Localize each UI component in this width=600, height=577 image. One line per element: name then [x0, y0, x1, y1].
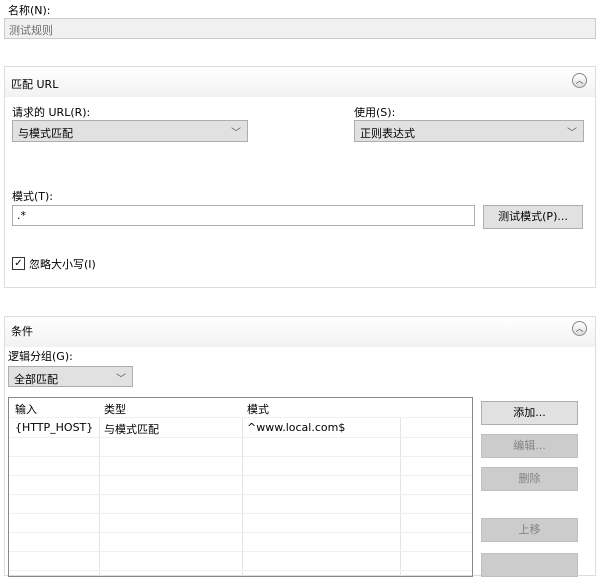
table-header: 输入 类型 模式	[9, 398, 472, 418]
remove-button[interactable]: 删除	[481, 467, 578, 491]
name-input[interactable]: 测试规则	[4, 18, 596, 39]
pattern-input[interactable]: .*	[12, 205, 475, 226]
pattern-label: 模式(T):	[12, 190, 54, 203]
logical-grouping-label: 逻辑分组(G):	[8, 350, 73, 363]
add-button[interactable]: 添加...	[481, 401, 578, 425]
using-select[interactable]: 正则表达式 ﹀	[354, 120, 584, 142]
cell-type: 与模式匹配	[104, 423, 159, 436]
table-row[interactable]: {HTTP_HOST} 与模式匹配 ^www.local.com$	[9, 418, 472, 438]
column-header-pattern[interactable]: 模式	[247, 401, 269, 417]
column-header-type[interactable]: 类型	[104, 401, 126, 417]
cell-input: {HTTP_HOST}	[15, 421, 94, 434]
test-pattern-button[interactable]: 测试模式(P)...	[483, 205, 583, 229]
using-value: 正则表达式	[360, 127, 415, 140]
column-header-input[interactable]: 输入	[15, 401, 37, 417]
edit-button[interactable]: 编辑...	[481, 434, 578, 458]
conditions-table[interactable]: 输入 类型 模式 {HTTP_HOST} 与模式匹配 ^www.local.co…	[8, 397, 473, 577]
collapse-chevron-up-icon[interactable]: ︿	[572, 321, 587, 336]
name-label: 名称(N):	[8, 4, 51, 17]
using-label: 使用(S):	[354, 106, 396, 119]
chevron-down-icon: ﹀	[116, 374, 126, 385]
requested-url-label: 请求的 URL(R):	[12, 106, 91, 119]
logical-grouping-value: 全部匹配	[14, 373, 58, 386]
chevron-down-icon: ﹀	[231, 128, 241, 139]
move-down-button[interactable]	[481, 553, 578, 577]
requested-url-select[interactable]: 与模式匹配 ﹀	[12, 120, 248, 142]
match-url-panel: 匹配 URL ︿	[4, 66, 596, 288]
match-url-title: 匹配 URL	[11, 78, 59, 91]
ignore-case-checkbox[interactable]: ✓	[12, 257, 25, 270]
logical-grouping-select[interactable]: 全部匹配 ﹀	[8, 366, 133, 387]
conditions-title: 条件	[11, 325, 33, 338]
move-up-button[interactable]: 上移	[481, 518, 578, 542]
chevron-down-icon: ﹀	[567, 128, 577, 139]
ignore-case-label: 忽略大小写(I)	[29, 258, 96, 271]
cell-pattern: ^www.local.com$	[247, 421, 346, 434]
collapse-chevron-up-icon[interactable]: ︿	[572, 73, 587, 88]
requested-url-value: 与模式匹配	[18, 127, 73, 140]
